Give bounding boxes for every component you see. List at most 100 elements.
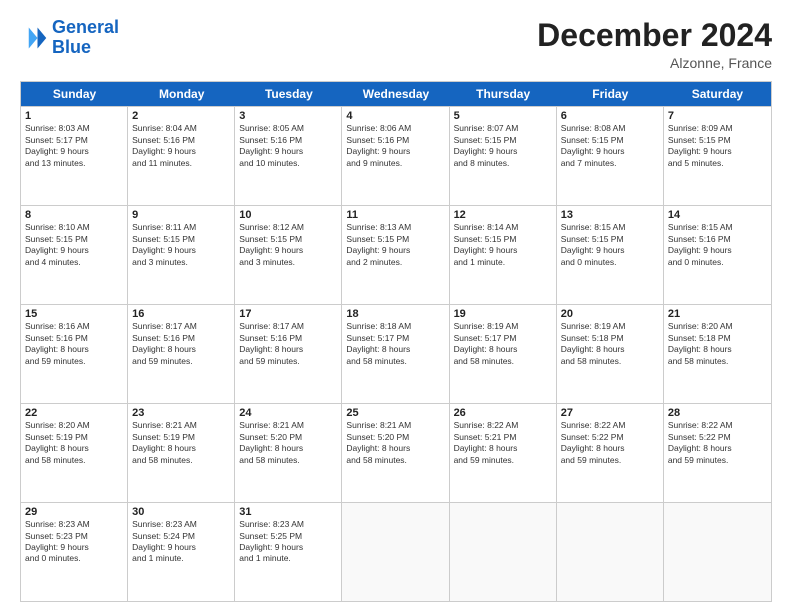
day-number: 19 <box>454 308 552 320</box>
header-friday: Friday <box>557 82 664 106</box>
sunrise-text: Sunrise: 8:12 AM <box>239 222 337 233</box>
header-monday: Monday <box>128 82 235 106</box>
sunrise-text: Sunrise: 8:07 AM <box>454 123 552 134</box>
sunset-text: Sunset: 5:19 PM <box>25 432 123 443</box>
sunset-text: Sunset: 5:17 PM <box>25 135 123 146</box>
sunset-text: Sunset: 5:15 PM <box>454 135 552 146</box>
daylight-text: Daylight: 8 hours <box>25 344 123 355</box>
logo-text: General Blue <box>52 18 119 58</box>
daylight-text: Daylight: 8 hours <box>454 443 552 454</box>
day-number: 25 <box>346 407 444 419</box>
calendar-body: 1Sunrise: 8:03 AMSunset: 5:17 PMDaylight… <box>21 106 771 601</box>
day-number: 6 <box>561 110 659 122</box>
month-title: December 2024 <box>537 18 772 53</box>
daylight-text: Daylight: 9 hours <box>346 245 444 256</box>
sunset-text: Sunset: 5:16 PM <box>132 333 230 344</box>
sunrise-text: Sunrise: 8:06 AM <box>346 123 444 134</box>
day-number: 9 <box>132 209 230 221</box>
daylight-text-cont: and 10 minutes. <box>239 158 337 169</box>
calendar-cell: 21Sunrise: 8:20 AMSunset: 5:18 PMDayligh… <box>664 305 771 403</box>
header-thursday: Thursday <box>450 82 557 106</box>
daylight-text-cont: and 3 minutes. <box>132 257 230 268</box>
calendar-cell: 8Sunrise: 8:10 AMSunset: 5:15 PMDaylight… <box>21 206 128 304</box>
daylight-text-cont: and 4 minutes. <box>25 257 123 268</box>
sunrise-text: Sunrise: 8:23 AM <box>132 519 230 530</box>
calendar-cell: 23Sunrise: 8:21 AMSunset: 5:19 PMDayligh… <box>128 404 235 502</box>
daylight-text-cont: and 0 minutes. <box>668 257 767 268</box>
daylight-text: Daylight: 9 hours <box>132 146 230 157</box>
daylight-text-cont: and 58 minutes. <box>239 455 337 466</box>
sunset-text: Sunset: 5:16 PM <box>239 333 337 344</box>
daylight-text-cont: and 58 minutes. <box>25 455 123 466</box>
sunrise-text: Sunrise: 8:22 AM <box>668 420 767 431</box>
sunset-text: Sunset: 5:15 PM <box>454 234 552 245</box>
daylight-text-cont: and 58 minutes. <box>346 356 444 367</box>
daylight-text-cont: and 8 minutes. <box>454 158 552 169</box>
daylight-text-cont: and 58 minutes. <box>561 356 659 367</box>
calendar-cell: 13Sunrise: 8:15 AMSunset: 5:15 PMDayligh… <box>557 206 664 304</box>
daylight-text: Daylight: 9 hours <box>239 245 337 256</box>
sunset-text: Sunset: 5:20 PM <box>239 432 337 443</box>
day-number: 20 <box>561 308 659 320</box>
calendar-cell: 28Sunrise: 8:22 AMSunset: 5:22 PMDayligh… <box>664 404 771 502</box>
sunset-text: Sunset: 5:18 PM <box>561 333 659 344</box>
day-number: 3 <box>239 110 337 122</box>
calendar-cell <box>664 503 771 601</box>
daylight-text: Daylight: 8 hours <box>668 344 767 355</box>
calendar-row: 8Sunrise: 8:10 AMSunset: 5:15 PMDaylight… <box>21 205 771 304</box>
calendar-cell: 2Sunrise: 8:04 AMSunset: 5:16 PMDaylight… <box>128 107 235 205</box>
daylight-text-cont: and 59 minutes. <box>239 356 337 367</box>
daylight-text: Daylight: 9 hours <box>25 245 123 256</box>
day-number: 8 <box>25 209 123 221</box>
daylight-text-cont: and 59 minutes. <box>25 356 123 367</box>
sunrise-text: Sunrise: 8:19 AM <box>454 321 552 332</box>
day-number: 13 <box>561 209 659 221</box>
sunset-text: Sunset: 5:19 PM <box>132 432 230 443</box>
calendar-cell: 15Sunrise: 8:16 AMSunset: 5:16 PMDayligh… <box>21 305 128 403</box>
sunrise-text: Sunrise: 8:09 AM <box>668 123 767 134</box>
sunrise-text: Sunrise: 8:11 AM <box>132 222 230 233</box>
daylight-text: Daylight: 8 hours <box>25 443 123 454</box>
daylight-text-cont: and 59 minutes. <box>454 455 552 466</box>
calendar-cell: 24Sunrise: 8:21 AMSunset: 5:20 PMDayligh… <box>235 404 342 502</box>
day-number: 23 <box>132 407 230 419</box>
calendar-cell: 5Sunrise: 8:07 AMSunset: 5:15 PMDaylight… <box>450 107 557 205</box>
calendar-cell: 30Sunrise: 8:23 AMSunset: 5:24 PMDayligh… <box>128 503 235 601</box>
sunset-text: Sunset: 5:16 PM <box>25 333 123 344</box>
calendar-cell: 9Sunrise: 8:11 AMSunset: 5:15 PMDaylight… <box>128 206 235 304</box>
day-number: 1 <box>25 110 123 122</box>
daylight-text: Daylight: 9 hours <box>239 542 337 553</box>
day-number: 22 <box>25 407 123 419</box>
logo: General Blue <box>20 18 119 58</box>
daylight-text: Daylight: 8 hours <box>561 443 659 454</box>
daylight-text-cont: and 1 minute. <box>132 553 230 564</box>
sunset-text: Sunset: 5:15 PM <box>561 234 659 245</box>
calendar-cell: 20Sunrise: 8:19 AMSunset: 5:18 PMDayligh… <box>557 305 664 403</box>
daylight-text: Daylight: 9 hours <box>668 146 767 157</box>
day-number: 5 <box>454 110 552 122</box>
title-block: December 2024 Alzonne, France <box>537 18 772 71</box>
daylight-text-cont: and 3 minutes. <box>239 257 337 268</box>
daylight-text: Daylight: 9 hours <box>561 146 659 157</box>
sunset-text: Sunset: 5:24 PM <box>132 531 230 542</box>
calendar-cell: 10Sunrise: 8:12 AMSunset: 5:15 PMDayligh… <box>235 206 342 304</box>
sunset-text: Sunset: 5:15 PM <box>668 135 767 146</box>
day-number: 21 <box>668 308 767 320</box>
day-number: 10 <box>239 209 337 221</box>
sunrise-text: Sunrise: 8:22 AM <box>561 420 659 431</box>
calendar-header-row: Sunday Monday Tuesday Wednesday Thursday… <box>21 82 771 106</box>
day-number: 15 <box>25 308 123 320</box>
calendar-cell: 19Sunrise: 8:19 AMSunset: 5:17 PMDayligh… <box>450 305 557 403</box>
day-number: 27 <box>561 407 659 419</box>
sunset-text: Sunset: 5:22 PM <box>668 432 767 443</box>
daylight-text-cont: and 1 minute. <box>239 553 337 564</box>
sunrise-text: Sunrise: 8:18 AM <box>346 321 444 332</box>
day-number: 14 <box>668 209 767 221</box>
sunrise-text: Sunrise: 8:03 AM <box>25 123 123 134</box>
daylight-text: Daylight: 9 hours <box>25 146 123 157</box>
sunset-text: Sunset: 5:16 PM <box>346 135 444 146</box>
day-number: 31 <box>239 506 337 518</box>
sunset-text: Sunset: 5:17 PM <box>454 333 552 344</box>
daylight-text-cont: and 59 minutes. <box>561 455 659 466</box>
calendar-cell: 7Sunrise: 8:09 AMSunset: 5:15 PMDaylight… <box>664 107 771 205</box>
